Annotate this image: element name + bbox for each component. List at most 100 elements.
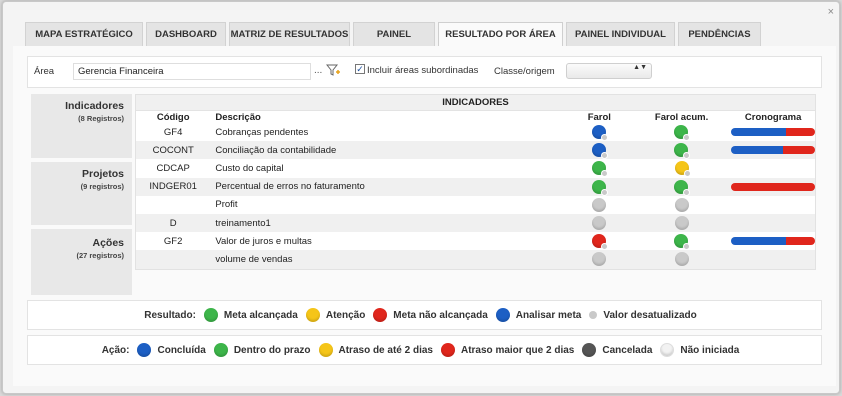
- row-code: CDCAP: [156, 162, 190, 174]
- legend-label: Não iniciada: [680, 344, 740, 356]
- legend-label: Meta não alcançada: [393, 309, 488, 321]
- farol-light-icon[interactable]: [592, 161, 609, 178]
- tab-painel[interactable]: PAINEL: [353, 22, 435, 46]
- row-acum-cell: [632, 234, 731, 251]
- farol-acum-light-icon[interactable]: [674, 143, 691, 160]
- table-row[interactable]: CDCAP Custo do capital: [136, 159, 815, 178]
- legend-dot-icon: [213, 343, 228, 357]
- legend-dot-icon: [203, 308, 218, 322]
- legend-item: Meta alcançada: [203, 308, 298, 322]
- table-row[interactable]: COCONT Conciliação da contabilidade: [136, 141, 816, 160]
- legend-item: Atraso maior que 2 dias: [440, 343, 575, 357]
- row-acum-cell: [632, 179, 731, 196]
- tab-pend-ncias[interactable]: PENDÊNCIAS: [678, 22, 761, 46]
- area-picker-button[interactable]: ...: [314, 65, 322, 76]
- table-title: INDICADORES: [136, 95, 815, 111]
- row-cronograma-cell: [731, 237, 816, 246]
- progress-complete: [731, 146, 784, 155]
- table-row[interactable]: INDGER01 Percentual de erros no faturamen…: [136, 177, 816, 196]
- row-farol-cell: [567, 161, 632, 178]
- row-description: volume de vendas: [215, 253, 293, 265]
- row-description: treinamento1: [215, 217, 271, 229]
- row-description: Conciliação da contabilidade: [215, 144, 337, 156]
- farol-acum-light-icon[interactable]: [674, 216, 689, 231]
- result-legend: Resultado: Meta alcançada Atenção Meta não …: [27, 300, 822, 330]
- cronograma-progress-bar[interactable]: [731, 128, 816, 137]
- legend-item: Meta não alcançada: [373, 308, 488, 322]
- sidebar-item-projetos[interactable]: Projetos (9 registros): [31, 162, 132, 225]
- legend-label: Analisar meta: [515, 309, 582, 321]
- status-mini-dot: [601, 243, 609, 251]
- farol-light-icon[interactable]: [592, 143, 609, 160]
- table-row[interactable]: Profit: [136, 196, 815, 214]
- status-mini-dot: [683, 243, 691, 251]
- sidebar-item-count: (9 registros): [80, 182, 124, 191]
- status-mini-dot: [683, 188, 691, 196]
- row-cronograma-cell: [731, 128, 816, 137]
- legend-label: Atraso maior que 2 dias: [460, 344, 575, 356]
- row-code: INDGER01: [149, 181, 197, 193]
- row-farol-cell: [567, 234, 632, 251]
- progress-late: [731, 182, 816, 191]
- table-row[interactable]: GF2 Valor de juros e multas: [136, 232, 816, 251]
- row-code: D: [169, 217, 177, 229]
- row-farol-cell: [567, 143, 632, 160]
- row-description: Cobranças pendentes: [215, 126, 309, 138]
- table-row[interactable]: GF4 Cobranças pendentes: [136, 123, 816, 142]
- legend-item: Analisar meta: [495, 308, 582, 322]
- table-row[interactable]: Dtreinamento1: [136, 213, 815, 233]
- tab-painel-individual[interactable]: PAINEL INDIVIDUAL: [566, 22, 675, 46]
- tab-mapa-estrat-gico[interactable]: MAPA ESTRATÉGICO: [25, 22, 143, 46]
- status-mini-dot: [601, 170, 609, 178]
- legend-dot-icon: [582, 343, 597, 357]
- tab-dashboard[interactable]: DASHBOARD: [146, 22, 226, 46]
- table-row[interactable]: volume de vendas: [136, 250, 815, 269]
- legend-dot-icon: [373, 308, 388, 322]
- legend-item: Valor desatualizado: [589, 310, 697, 321]
- filter-icon[interactable]: [326, 64, 340, 77]
- tab-resultado-por-rea[interactable]: RESULTADO POR ÁREA: [438, 22, 563, 47]
- row-acum-cell: [632, 216, 731, 231]
- farol-acum-light-icon[interactable]: [674, 179, 691, 196]
- farol-acum-light-icon[interactable]: [674, 161, 691, 178]
- area-input[interactable]: Gerencia Financeira: [73, 63, 311, 80]
- farol-light-icon[interactable]: [592, 216, 607, 231]
- farol-acum-light-icon[interactable]: [674, 125, 691, 142]
- row-cronograma-cell: [731, 182, 816, 191]
- close-icon[interactable]: ×: [828, 6, 834, 18]
- row-farol-cell: [567, 216, 632, 231]
- status-mini-dot: [601, 134, 609, 142]
- cronograma-progress-bar[interactable]: [731, 237, 816, 246]
- legend-item: Atenção: [305, 308, 365, 322]
- tab-bar: MAPA ESTRATÉGICO DASHBOARD MATRIZ DE RESUL…: [25, 22, 764, 47]
- legend-dot-icon: [305, 308, 320, 322]
- legend-dot-icon: [495, 308, 510, 322]
- legend-dot-icon: [318, 343, 333, 357]
- farol-acum-light-icon[interactable]: [674, 252, 689, 267]
- row-description: Custo do capital: [215, 162, 284, 174]
- cronograma-progress-bar[interactable]: [731, 146, 816, 155]
- include-subordinates-checkbox[interactable]: ✓: [355, 64, 365, 74]
- farol-light-icon[interactable]: [592, 125, 609, 142]
- row-description: Profit: [215, 199, 238, 211]
- legend-dot-icon: [440, 343, 455, 357]
- progress-complete: [731, 237, 786, 246]
- cronograma-progress-bar[interactable]: [731, 182, 816, 191]
- sidebar-item-acoes[interactable]: Ações (27 registros): [31, 229, 132, 295]
- sidebar-item-count: (27 registros): [76, 251, 124, 260]
- table-header: Código Descrição Farol Farol acum. Crono…: [136, 111, 815, 123]
- row-cronograma-cell: [731, 146, 816, 155]
- legend-label: Cancelada: [602, 344, 653, 356]
- classe-origem-select[interactable]: ▲▼: [566, 63, 652, 79]
- farol-light-icon[interactable]: [592, 252, 607, 267]
- sidebar-item-indicadores[interactable]: Indicadores (8 Registros): [31, 94, 132, 158]
- sidebar-item-title: Ações: [92, 237, 124, 249]
- col-header-code: Código: [156, 111, 190, 123]
- farol-acum-light-icon[interactable]: [674, 197, 689, 212]
- farol-light-icon[interactable]: [592, 234, 609, 251]
- tab-matriz-de-resultados[interactable]: MATRIZ DE RESULTADOS: [229, 22, 350, 46]
- farol-light-icon[interactable]: [592, 197, 607, 212]
- row-code: COCONT: [152, 144, 194, 156]
- farol-acum-light-icon[interactable]: [674, 234, 691, 251]
- farol-light-icon[interactable]: [592, 179, 609, 196]
